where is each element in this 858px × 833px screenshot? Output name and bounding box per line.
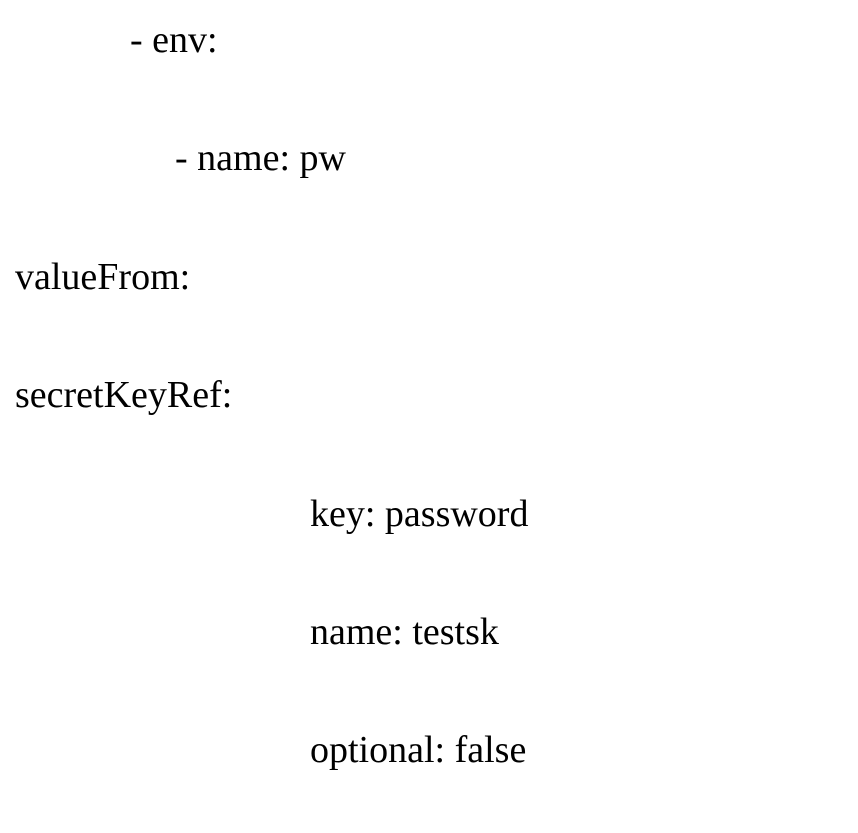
code-line-name-testsk: name: testsk (310, 610, 499, 654)
code-line-name-pw: - name: pw (175, 136, 346, 180)
code-line-optional: optional: false (310, 728, 526, 772)
code-line-env: - env: (130, 18, 218, 62)
code-line-secretkeyref: secretKeyRef: (15, 373, 232, 417)
code-line-key: key: password (310, 492, 528, 536)
code-line-valuefrom: valueFrom: (15, 255, 190, 299)
